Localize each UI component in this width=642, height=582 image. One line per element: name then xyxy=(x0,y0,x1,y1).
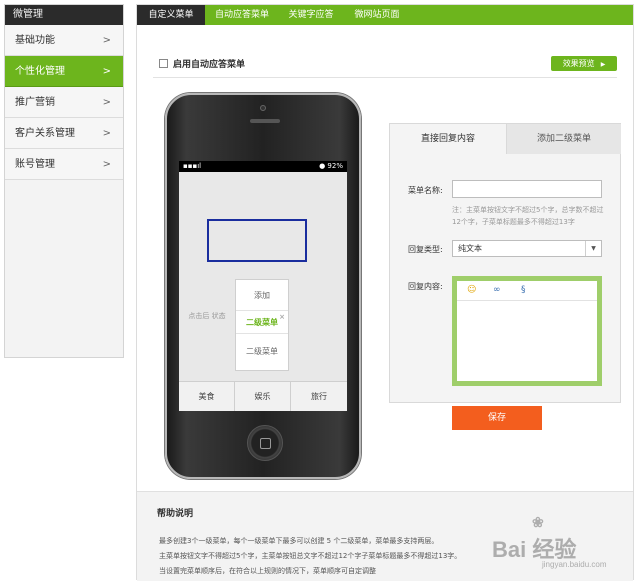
divider xyxy=(153,77,617,78)
menu-name-note: 注：主菜单按钮文字不超过5个字，总字数不超过12个字，子菜单标题最多不得超过13… xyxy=(452,206,604,226)
chevron-right-icon: > xyxy=(102,159,111,170)
link-icon[interactable]: ∞ xyxy=(493,285,501,295)
tab-keyword-reply[interactable]: 关键字应答 xyxy=(281,5,341,25)
tab-add-submenu[interactable]: 添加二级菜单 xyxy=(506,124,621,154)
menu-item-entertainment[interactable]: 娱乐 xyxy=(235,382,291,411)
submenu-popup: 添加 二级菜单 × 二级菜单 xyxy=(235,279,289,371)
enable-checkbox[interactable] xyxy=(159,59,168,68)
battery-indicator: ● 92% xyxy=(319,162,343,170)
tab-custom-menu[interactable]: 自定义菜单 xyxy=(137,5,205,25)
watermark-url: jingyan.baidu.com xyxy=(542,560,607,569)
editor-toolbar: ☺ ∞ § xyxy=(457,281,597,301)
chevron-right-icon: > xyxy=(102,128,111,139)
tab-bar: 自定义菜单 自动应答菜单 关键字应答 微网站页面 xyxy=(137,5,633,25)
help-line: 主菜单按钮文字不得超过5个字，主菜单按钮总文字不超过12个字子菜单标题最多不得超… xyxy=(159,552,462,560)
preview-button-label: 效果预览 xyxy=(562,59,595,68)
play-icon: ▶ xyxy=(600,61,606,68)
menu-state-hint: 点击后 状态 xyxy=(188,312,226,320)
baidu-watermark: ❀ Bai 经验 jingyan.baidu.com xyxy=(492,512,632,572)
chevron-right-icon: > xyxy=(102,35,111,46)
sidebar-item-label: 基础功能 xyxy=(15,35,55,46)
sidebar-item-personalization[interactable]: 个性化管理 > xyxy=(5,56,123,87)
help-line: 最多创建3个一级菜单，每个一级菜单下最多可以创建 5 个二级菜单，菜单最多支持两… xyxy=(159,537,439,545)
close-icon[interactable]: × xyxy=(279,305,285,329)
signal-icon: ▪▪▪ıl xyxy=(183,162,202,170)
reply-type-select[interactable]: 纯文本 ▼ xyxy=(452,240,602,257)
phone-mockup: ▪▪▪ıl ● 92% 点击后 状态 添加 二级菜单 × 二级菜单 美食 娱乐 … xyxy=(165,93,361,479)
tab-micro-site[interactable]: 微网站页面 xyxy=(347,5,407,25)
status-bar: ▪▪▪ıl ● 92% xyxy=(179,161,347,172)
menu-name-label: 菜单名称: xyxy=(408,186,443,195)
submenu-item[interactable]: 二级菜单 xyxy=(236,340,288,364)
reply-content-label: 回复内容: xyxy=(408,282,443,291)
sidebar: 微管理 基础功能 > 个性化管理 > 推广营销 > 客户关系管理 > 账号管理 … xyxy=(4,4,124,358)
tab-direct-reply[interactable]: 直接回复内容 xyxy=(390,124,506,154)
sidebar-header: 微管理 xyxy=(5,5,123,25)
help-line: 当设置完菜单顺序后，在符合以上规则的情况下，菜单顺序可自定调整 xyxy=(159,567,376,575)
enable-label: 启用自动应答菜单 xyxy=(173,60,246,70)
reply-type-value: 纯文本 xyxy=(458,244,482,253)
unlink-icon[interactable]: § xyxy=(521,285,526,295)
chevron-down-icon: ▼ xyxy=(585,241,601,256)
sidebar-item-label: 推广营销 xyxy=(15,97,55,108)
form-tabs: 直接回复内容 添加二级菜单 xyxy=(390,124,621,154)
smiley-icon[interactable]: ☺ xyxy=(467,285,476,295)
main-panel: 自定义菜单 自动应答菜单 关键字应答 微网站页面 启用自动应答菜单 效果预览 ▶ … xyxy=(136,4,634,581)
menu-item-food[interactable]: 美食 xyxy=(179,382,235,411)
menu-name-input[interactable] xyxy=(452,180,602,198)
sidebar-item-marketing[interactable]: 推广营销 > xyxy=(5,87,123,118)
sidebar-item-label: 账号管理 xyxy=(15,159,55,170)
sidebar-item-account[interactable]: 账号管理 > xyxy=(5,149,123,180)
chevron-right-icon: > xyxy=(102,66,111,77)
camera-icon xyxy=(260,105,266,111)
sidebar-item-label: 个性化管理 xyxy=(15,66,65,77)
sidebar-item-label: 客户关系管理 xyxy=(15,128,75,139)
home-square-icon xyxy=(260,438,271,449)
sidebar-item-basic[interactable]: 基础功能 > xyxy=(5,25,123,56)
help-title: 帮助说明 xyxy=(157,509,194,519)
sidebar-item-crm[interactable]: 客户关系管理 > xyxy=(5,118,123,149)
submenu-item-label: 二级菜单 xyxy=(246,318,278,327)
save-button[interactable]: 保存 xyxy=(452,406,542,430)
phone-bottom-menu: 美食 娱乐 旅行 xyxy=(179,381,347,411)
reply-type-label: 回复类型: xyxy=(408,245,443,254)
paw-icon: ❀ xyxy=(532,514,544,530)
menu-item-travel[interactable]: 旅行 xyxy=(291,382,347,411)
phone-screen: ▪▪▪ıl ● 92% 点击后 状态 添加 二级菜单 × 二级菜单 美食 娱乐 … xyxy=(179,161,347,411)
reply-form-panel: 直接回复内容 添加二级菜单 菜单名称: 注：主菜单按钮文字不超过5个字，总字数不… xyxy=(389,123,621,430)
preview-button[interactable]: 效果预览 ▶ xyxy=(551,56,617,71)
home-button xyxy=(247,425,283,461)
chevron-right-icon: > xyxy=(102,97,111,108)
tab-auto-reply-menu[interactable]: 自动应答菜单 xyxy=(209,5,275,25)
highlight-annotation-box xyxy=(207,219,307,262)
reply-content-editor[interactable]: ☺ ∞ § xyxy=(452,276,602,386)
speaker-icon xyxy=(250,119,280,123)
enable-auto-reply-row[interactable]: 启用自动应答菜单 xyxy=(159,58,245,72)
submenu-item-selected[interactable]: 二级菜单 × xyxy=(236,310,288,334)
